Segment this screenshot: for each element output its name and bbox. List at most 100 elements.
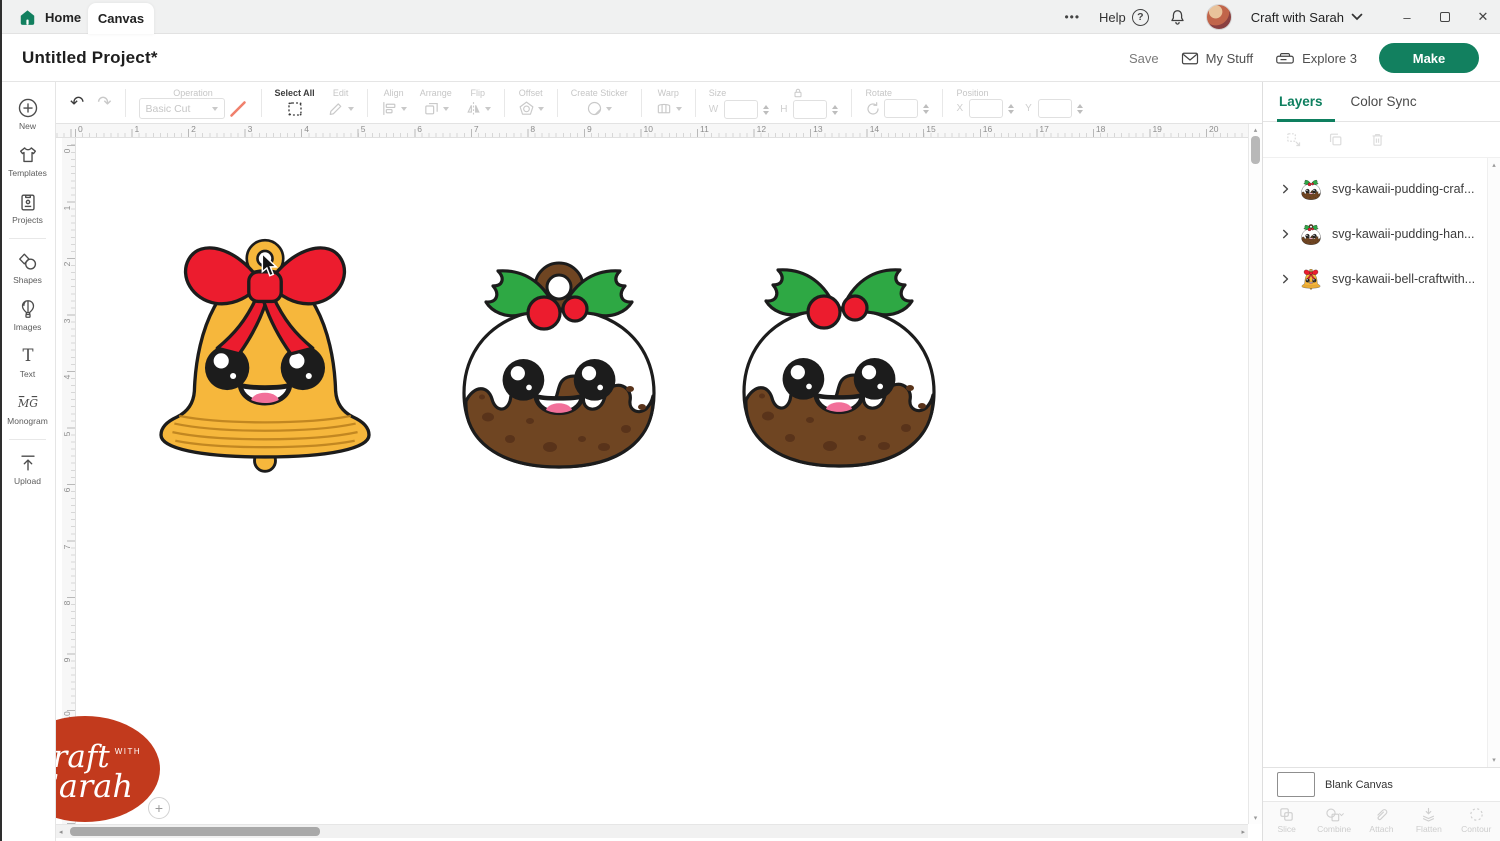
explore-button[interactable]: Explore 3 (1275, 51, 1357, 66)
text-icon: T (17, 345, 39, 367)
canvas-vertical-scrollbar[interactable]: ▴ ▾ (1248, 124, 1262, 824)
sidebar-item-templates[interactable]: Templates (0, 138, 55, 185)
x-input[interactable] (969, 99, 1003, 118)
redo-button[interactable]: ↷ (97, 94, 111, 112)
tab-layers[interactable]: Layers (1279, 82, 1323, 122)
undo-button[interactable]: ↶ (70, 94, 84, 112)
tab-home[interactable]: Home (18, 0, 81, 34)
layer-name: svg-kawaii-pudding-han... (1332, 227, 1474, 241)
flip-button[interactable]: Flip (465, 88, 491, 118)
arrange-icon (423, 100, 440, 117)
footer-label: Combine (1317, 824, 1351, 834)
layer-row-pudding-hanging[interactable]: svg-kawaii-pudding-han... (1263, 211, 1485, 256)
explore-label: Explore 3 (1302, 51, 1357, 66)
position-group: Position X Y (956, 88, 1082, 118)
overflow-menu-icon[interactable]: ••• (1064, 10, 1080, 24)
scroll-left-icon[interactable]: ◂ (59, 828, 63, 836)
offset-button[interactable]: Offset (518, 88, 544, 118)
canvas-object-pudding[interactable] (732, 248, 946, 470)
height-input[interactable] (793, 100, 827, 119)
sidebar-item-upload[interactable]: Upload (0, 446, 55, 493)
save-button[interactable]: Save (1129, 51, 1159, 66)
contour-icon (1468, 806, 1485, 823)
clipboard-icon (17, 191, 39, 213)
ruler-number: 4 (304, 124, 309, 134)
account-name: Craft with Sarah (1251, 10, 1344, 25)
y-input[interactable] (1038, 99, 1072, 118)
layer-row-bell[interactable]: svg-kawaii-bell-craftwith... (1263, 256, 1485, 301)
height-stepper[interactable] (832, 105, 838, 115)
ruler-number: 9 (587, 124, 592, 134)
scroll-down-icon[interactable]: ▾ (1488, 756, 1500, 764)
horizontal-scroll-thumb[interactable] (70, 827, 320, 836)
x-stepper[interactable] (1008, 104, 1014, 114)
flatten-button[interactable]: Flatten (1407, 806, 1451, 834)
canvas-horizontal-scrollbar[interactable]: ◂ ▸ (56, 824, 1248, 838)
ungroup-icon[interactable] (1285, 131, 1302, 148)
layers-scrollbar[interactable]: ▴ ▾ (1487, 158, 1500, 767)
align-button[interactable]: Align (381, 88, 407, 118)
scroll-up-icon[interactable]: ▴ (1488, 161, 1500, 169)
select-all-button[interactable]: Select All (275, 88, 315, 118)
rotate-input[interactable] (884, 99, 918, 118)
contour-button[interactable]: Contour (1454, 806, 1498, 834)
make-button[interactable]: Make (1379, 43, 1479, 73)
my-stuff-button[interactable]: My Stuff (1181, 51, 1253, 66)
sidebar-item-text[interactable]: T Text (0, 339, 55, 386)
align-label: Align (384, 88, 404, 98)
sidebar-item-images[interactable]: Images (0, 292, 55, 339)
operation-select[interactable]: Basic Cut (139, 98, 225, 119)
blank-canvas-row[interactable]: Blank Canvas (1263, 768, 1500, 801)
avatar[interactable] (1206, 4, 1232, 30)
layer-row-pudding[interactable]: svg-kawaii-pudding-craf... (1263, 166, 1485, 211)
sidebar-label: Text (20, 369, 36, 379)
offset-icon (518, 100, 535, 117)
lock-icon[interactable] (792, 87, 804, 99)
account-menu[interactable]: Craft with Sarah (1251, 10, 1363, 25)
tab-canvas[interactable]: Canvas (88, 3, 154, 34)
zoom-in-button[interactable]: + (148, 797, 170, 819)
create-sticker-button[interactable]: Create Sticker (571, 88, 628, 118)
scroll-down-icon[interactable]: ▾ (1249, 814, 1262, 822)
trash-icon[interactable] (1369, 131, 1386, 148)
chevron-right-icon[interactable] (1281, 183, 1290, 195)
ruler-number: 8 (530, 124, 535, 134)
layer-name: svg-kawaii-pudding-craf... (1332, 182, 1474, 196)
notifications-bell-icon[interactable] (1168, 8, 1187, 27)
project-title[interactable]: Untitled Project* (22, 48, 158, 68)
operation-value: Basic Cut (146, 103, 191, 115)
y-label: Y (1025, 103, 1032, 114)
chevron-right-icon[interactable] (1281, 273, 1290, 285)
sidebar-item-projects[interactable]: Projects (0, 185, 55, 232)
sidebar-label: Upload (14, 476, 41, 486)
canvas-color-swatch[interactable] (1277, 772, 1315, 797)
help-button[interactable]: Help ? (1099, 9, 1149, 26)
warp-button[interactable]: Warp (655, 88, 682, 118)
sidebar-item-monogram[interactable]: MG Monogram (0, 386, 55, 433)
upload-icon (17, 452, 39, 474)
slice-button[interactable]: Slice (1265, 806, 1309, 834)
width-stepper[interactable] (763, 105, 769, 115)
attach-button[interactable]: Attach (1359, 806, 1403, 834)
scroll-right-icon[interactable]: ▸ (1241, 828, 1245, 836)
arrange-button[interactable]: Arrange (420, 88, 452, 118)
sidebar-item-new[interactable]: New (0, 91, 55, 138)
maximize-button[interactable] (1438, 10, 1452, 25)
close-button[interactable]: ✕ (1476, 9, 1490, 25)
rotate-stepper[interactable] (923, 104, 929, 114)
combine-icon (1324, 806, 1345, 823)
vertical-scroll-thumb[interactable] (1251, 136, 1260, 164)
tab-color-sync[interactable]: Color Sync (1351, 94, 1417, 109)
width-input[interactable] (724, 100, 758, 119)
combine-button[interactable]: Combine (1312, 806, 1356, 834)
y-stepper[interactable] (1077, 104, 1083, 114)
edit-menu-button[interactable]: Edit (328, 88, 354, 118)
chevron-right-icon[interactable] (1281, 228, 1290, 240)
duplicate-icon[interactable] (1327, 131, 1344, 148)
cut-line-swatch[interactable] (228, 99, 248, 119)
sidebar-item-shapes[interactable]: Shapes (0, 245, 55, 292)
scroll-up-icon[interactable]: ▴ (1249, 126, 1262, 134)
width-label: W (709, 104, 718, 115)
minimize-button[interactable]: – (1400, 10, 1414, 25)
canvas-object-pudding-hanging[interactable] (452, 249, 666, 471)
